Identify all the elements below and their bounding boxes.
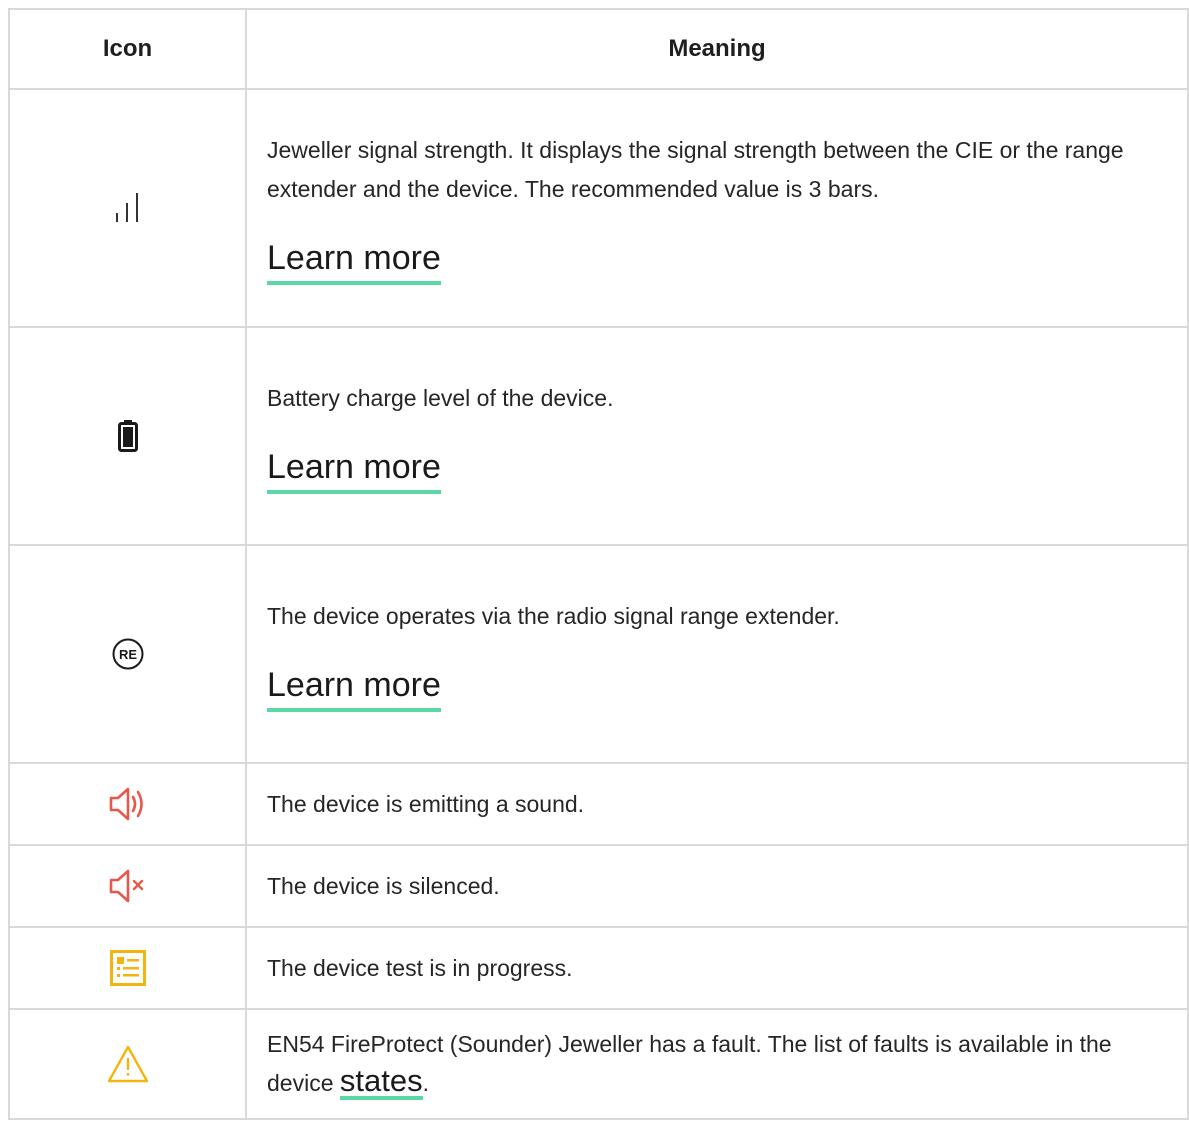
fault-text-end: . <box>422 1070 429 1096</box>
row-description: Battery charge level of the device. <box>267 384 614 411</box>
warning-triangle-icon <box>107 1045 148 1083</box>
row-description: The device is emitting a sound. <box>267 790 585 817</box>
table-row: The device test is in progress. <box>8 926 1189 1010</box>
learn-more-link[interactable]: Learn more <box>267 666 441 712</box>
meaning-cell: The device is emitting a sound. <box>245 762 1189 846</box>
meaning-cell: The device test is in progress. <box>245 926 1189 1010</box>
table-row: RE The device operates via the radio sig… <box>8 544 1189 764</box>
icons-table: Icon Meaning Jeweller signal strength. I… <box>8 8 1189 1120</box>
row-description: The device operates via the radio signal… <box>267 602 840 629</box>
icon-cell <box>8 926 247 1010</box>
table-row: The device is silenced. <box>8 844 1189 928</box>
column-header-meaning: Meaning <box>245 8 1189 90</box>
table-row: Battery charge level of the device. Lear… <box>8 326 1189 546</box>
table-row: The device is emitting a sound. <box>8 762 1189 846</box>
svg-text:RE: RE <box>118 647 136 662</box>
range-extender-icon: RE <box>112 638 143 670</box>
icon-cell <box>8 88 247 328</box>
row-description: The device test is in progress. <box>267 954 573 981</box>
meaning-cell: Jeweller signal strength. It displays th… <box>245 88 1189 328</box>
speaker-muted-icon <box>109 869 143 903</box>
table-header-row: Icon Meaning <box>8 8 1189 90</box>
signal-strength-icon <box>115 193 138 222</box>
column-header-icon: Icon <box>8 8 247 90</box>
test-list-icon <box>109 950 146 986</box>
icon-cell <box>8 1008 247 1120</box>
states-link[interactable]: states <box>339 1065 423 1100</box>
table-row: Jeweller signal strength. It displays th… <box>8 88 1189 328</box>
row-description: EN54 FireProtect (Sounder) Jeweller has … <box>267 1025 1167 1103</box>
icon-cell <box>8 762 247 846</box>
meaning-cell: Battery charge level of the device. Lear… <box>245 326 1189 546</box>
battery-icon <box>117 420 138 452</box>
icon-cell <box>8 844 247 928</box>
learn-more-link[interactable]: Learn more <box>267 239 441 285</box>
speaker-sound-icon <box>109 787 143 821</box>
meaning-cell: The device operates via the radio signal… <box>245 544 1189 764</box>
icon-cell: RE <box>8 544 247 764</box>
icon-cell <box>8 326 247 546</box>
meaning-cell: The device is silenced. <box>245 844 1189 928</box>
row-description: The device is silenced. <box>267 872 500 899</box>
learn-more-link[interactable]: Learn more <box>267 448 441 494</box>
row-description: Jeweller signal strength. It displays th… <box>267 137 1124 202</box>
table-row: EN54 FireProtect (Sounder) Jeweller has … <box>8 1008 1189 1120</box>
meaning-cell: EN54 FireProtect (Sounder) Jeweller has … <box>245 1008 1189 1120</box>
